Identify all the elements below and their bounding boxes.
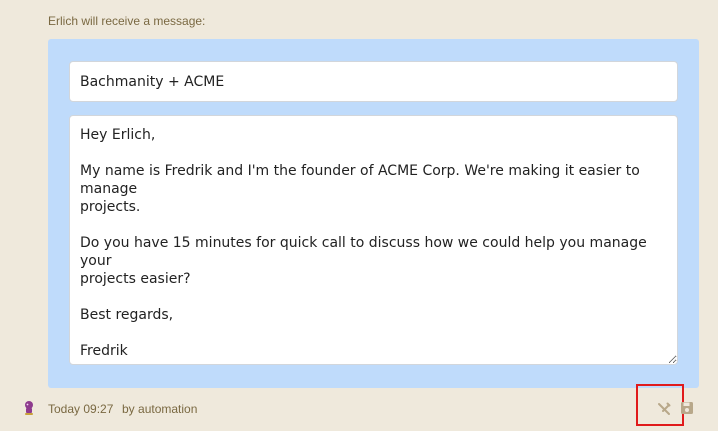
subject-input[interactable] [69, 61, 678, 102]
tools-icon [657, 402, 671, 420]
message-timestamp: Today 09:27 [48, 402, 114, 416]
by-prefix: by [122, 402, 135, 416]
cancel-edit-button[interactable] [657, 402, 671, 416]
save-button[interactable] [680, 401, 694, 415]
message-footer: Today 09:27 by automation [0, 395, 718, 425]
floppy-disk-icon [680, 402, 694, 419]
robot-avatar-icon [22, 400, 36, 416]
author-name[interactable]: automation [138, 402, 197, 416]
recipient-label: Erlich will receive a message: [48, 14, 206, 28]
author-line: by automation [122, 402, 197, 416]
message-composer: Erlich will receive a message: Hey Erlic… [0, 0, 718, 431]
message-body-textarea[interactable]: Hey Erlich, My name is Fredrik and I'm t… [69, 115, 678, 365]
